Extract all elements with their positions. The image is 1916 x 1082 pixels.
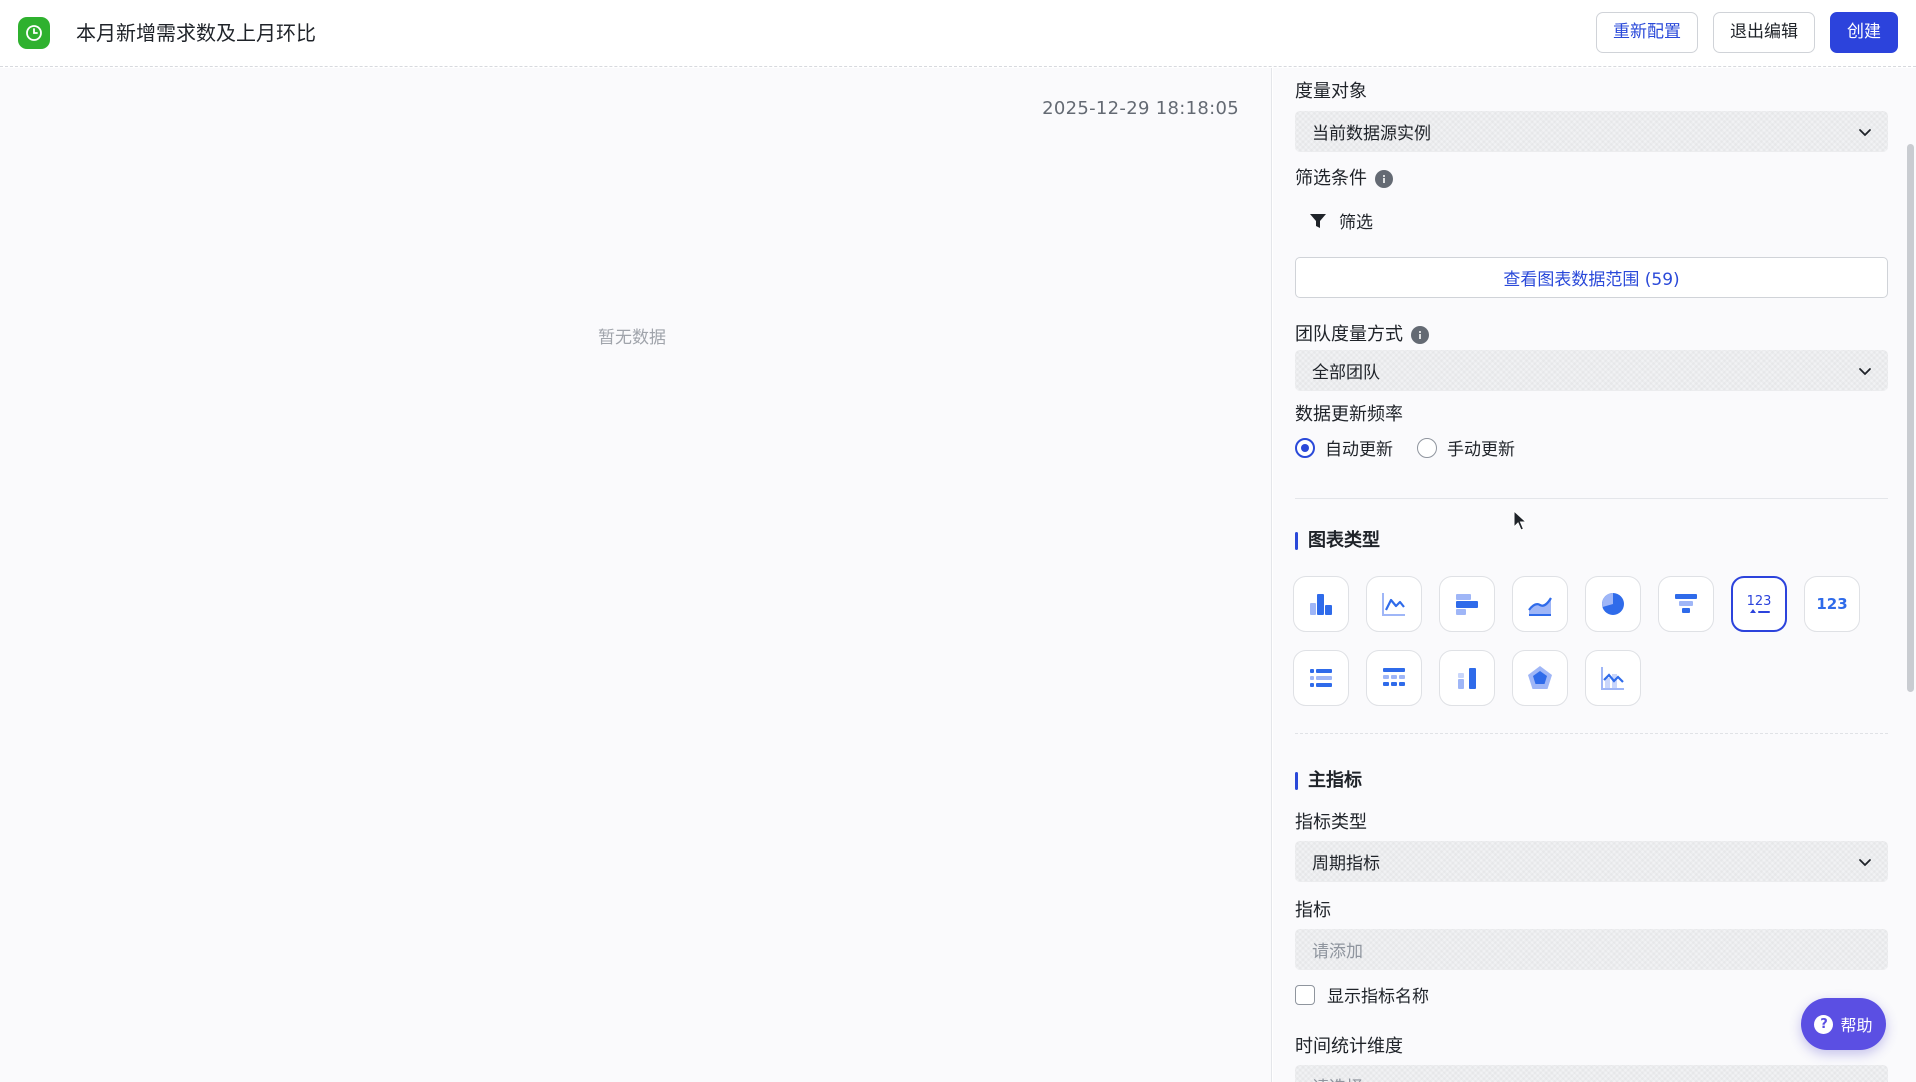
radar-chart-icon <box>1528 666 1552 689</box>
stacked-column-chart-icon <box>1458 668 1476 689</box>
area-chart-icon <box>1528 597 1552 616</box>
time-dimension-placeholder: 请选择 <box>1312 1073 1363 1082</box>
auto-update-radio[interactable] <box>1295 437 1315 458</box>
help-label: 帮助 <box>1840 1016 1873 1035</box>
detail-table-type-button[interactable] <box>1366 650 1422 706</box>
filter-label: 筛选条件 <box>1295 167 1393 191</box>
manual-update-label[interactable]: 手动更新 <box>1447 435 1515 460</box>
metric-comparison-card-icon: 123 <box>1747 594 1772 613</box>
update-timestamp: 2025-12-29 18:18:05 <box>1042 98 1239 119</box>
combo-chart-icon <box>1601 667 1624 690</box>
show-metric-name-option[interactable]: 显示指标名称 <box>1295 982 1429 1007</box>
metric-placeholder: 请添加 <box>1312 942 1363 962</box>
page-title: 本月新增需求数及上月环比 <box>76 21 316 45</box>
chevron-down-icon <box>1856 1077 1874 1082</box>
info-icon[interactable] <box>1375 170 1393 188</box>
list-type-button[interactable] <box>1293 650 1349 706</box>
team-measure-select[interactable]: 全部团队 <box>1295 350 1888 391</box>
top-bar: 本月新增需求数及上月环比 重新配置 退出编辑 创建 <box>0 0 1916 67</box>
area-chart-type-button[interactable] <box>1512 576 1568 632</box>
measure-object-value: 当前数据源实例 <box>1312 124 1431 144</box>
metric-comparison-card-type-button[interactable]: 123 <box>1731 576 1787 632</box>
show-metric-name-label[interactable]: 显示指标名称 <box>1327 982 1429 1007</box>
horizontal-bar-chart-icon <box>1456 594 1478 615</box>
update-frequency-label: 数据更新频率 <box>1295 403 1403 427</box>
metric-card-type-button[interactable]: 123 <box>1804 576 1860 632</box>
metric-label: 指标 <box>1295 899 1331 923</box>
main-metric-section-title: 主指标 <box>1295 770 1362 792</box>
time-dimension-label: 时间统计维度 <box>1295 1035 1403 1059</box>
detail-table-icon <box>1383 668 1405 686</box>
mouse-cursor-icon <box>1513 510 1527 531</box>
measure-object-label-text: 度量对象 <box>1295 81 1367 102</box>
chart-preview-canvas: 2025-12-29 18:18:05 暂无数据 <box>0 68 1272 1082</box>
line-chart-type-button[interactable] <box>1366 576 1422 632</box>
bar-chart-type-button[interactable] <box>1293 576 1349 632</box>
radar-chart-type-button[interactable] <box>1512 650 1568 706</box>
update-frequency-label-text: 数据更新频率 <box>1295 404 1403 425</box>
create-button[interactable]: 创建 <box>1830 12 1898 53</box>
show-metric-name-checkbox[interactable] <box>1295 984 1315 1005</box>
measure-object-select[interactable]: 当前数据源实例 <box>1295 111 1888 152</box>
exit-edit-button[interactable]: 退出编辑 <box>1713 12 1815 53</box>
measure-object-label: 度量对象 <box>1295 80 1367 104</box>
config-panel: 度量对象 当前数据源实例 筛选条件 筛选 查看图表数据范围 (59) 团队度量方… <box>1273 68 1916 1082</box>
config-panel-scrollbar[interactable] <box>1907 144 1914 692</box>
chart-type-section-title: 图表类型 <box>1295 530 1380 552</box>
help-button[interactable]: ? 帮助 <box>1801 998 1886 1050</box>
bar-chart-icon <box>1310 594 1332 615</box>
filter-label-text: 筛选条件 <box>1295 168 1367 189</box>
help-question-icon: ? <box>1814 1014 1834 1034</box>
view-data-range-button[interactable]: 查看图表数据范围 (59) <box>1295 257 1888 298</box>
funnel-chart-type-button[interactable] <box>1658 576 1714 632</box>
team-measure-value: 全部团队 <box>1312 363 1380 383</box>
info-icon[interactable] <box>1411 326 1429 344</box>
metric-add-input[interactable]: 请添加 <box>1295 929 1888 970</box>
filter-action-text: 筛选 <box>1339 213 1373 233</box>
svg-text:123: 123 <box>1747 594 1772 609</box>
team-measure-label-text: 团队度量方式 <box>1295 324 1403 345</box>
chevron-down-icon <box>1859 368 1871 376</box>
list-icon <box>1310 669 1332 687</box>
pie-chart-icon <box>1602 593 1624 615</box>
combo-chart-type-button[interactable] <box>1585 650 1641 706</box>
chevron-down-icon <box>1859 129 1871 137</box>
metric-type-value: 周期指标 <box>1312 854 1380 874</box>
section-divider <box>1295 733 1888 734</box>
stacked-column-chart-type-button[interactable] <box>1439 650 1495 706</box>
manual-update-radio[interactable] <box>1417 437 1437 458</box>
line-chart-icon <box>1382 593 1405 616</box>
chart-type-grid: 123 123 <box>1293 576 1860 706</box>
time-dimension-select[interactable]: 请选择 <box>1295 1065 1888 1082</box>
header-actions: 重新配置 退出编辑 创建 <box>1596 12 1898 53</box>
funnel-chart-icon <box>1675 594 1697 613</box>
filter-button[interactable]: 筛选 <box>1309 208 1373 233</box>
metric-label-text: 指标 <box>1295 900 1331 921</box>
metric-card-icon: 123 <box>1816 595 1847 613</box>
team-measure-label: 团队度量方式 <box>1295 323 1429 347</box>
chevron-down-icon <box>1859 859 1871 867</box>
auto-update-label[interactable]: 自动更新 <box>1325 435 1393 460</box>
empty-state-text: 暂无数据 <box>598 328 666 348</box>
horizontal-bar-chart-type-button[interactable] <box>1439 576 1495 632</box>
time-dimension-label-text: 时间统计维度 <box>1295 1036 1403 1057</box>
pie-chart-type-button[interactable] <box>1585 576 1641 632</box>
update-frequency-radio-group: 自动更新 手动更新 <box>1295 435 1515 460</box>
filter-funnel-icon <box>1310 213 1326 228</box>
metric-type-select[interactable]: 周期指标 <box>1295 841 1888 882</box>
svg-text:123: 123 <box>1816 595 1847 613</box>
reconfigure-button[interactable]: 重新配置 <box>1596 12 1698 53</box>
section-divider <box>1295 498 1888 499</box>
app-logo-icon <box>18 17 50 49</box>
metric-type-label-text: 指标类型 <box>1295 812 1367 833</box>
metric-type-label: 指标类型 <box>1295 811 1367 835</box>
